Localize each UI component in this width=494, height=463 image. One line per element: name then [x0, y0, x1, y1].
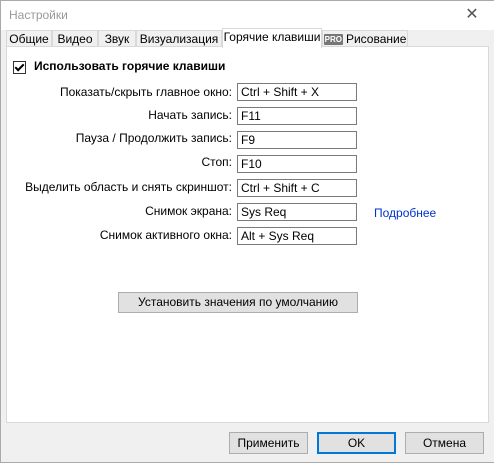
- hotkey-label-area-screenshot: Выделить область и снять скриншот:: [25, 180, 232, 194]
- hotkey-label-stop: Стоп:: [201, 155, 232, 169]
- pro-badge: PRO: [323, 34, 343, 45]
- apply-button[interactable]: Применить: [229, 432, 308, 454]
- reset-defaults-button[interactable]: Установить значения по умолчанию: [118, 292, 358, 313]
- hotkey-label-window-snapshot: Снимок активного окна:: [99, 228, 232, 242]
- cancel-button[interactable]: Отмена: [405, 432, 484, 454]
- hotkey-field-pause[interactable]: F9: [237, 131, 357, 149]
- tab-visualization[interactable]: Визуализация: [136, 30, 222, 46]
- tab-sound[interactable]: Звук: [98, 30, 136, 46]
- hotkey-field-area-screenshot[interactable]: Ctrl + Shift + C: [237, 179, 357, 197]
- hotkey-field-start-record[interactable]: F11: [237, 107, 357, 125]
- hotkey-label-toggle-window: Показать/скрыть главное окно:: [59, 85, 232, 99]
- ok-button[interactable]: OK: [317, 432, 396, 454]
- close-icon[interactable]: ✕: [460, 5, 484, 25]
- more-info-link[interactable]: Подробнее: [374, 206, 436, 220]
- hotkey-field-screen-snapshot[interactable]: Sys Req: [237, 203, 357, 221]
- settings-dialog: Настройки ✕ Общие Видео Звук Визуализаци…: [0, 0, 494, 463]
- enable-hotkeys-label[interactable]: Использовать горячие клавиши: [34, 59, 225, 73]
- hotkey-label-pause: Пауза / Продолжить запись:: [75, 131, 232, 145]
- hotkey-field-toggle-window[interactable]: Ctrl + Shift + X: [237, 83, 357, 101]
- tab-video[interactable]: Видео: [52, 30, 98, 46]
- hotkey-field-window-snapshot[interactable]: Alt + Sys Req: [237, 227, 357, 245]
- tab-drawing[interactable]: PRO Рисование: [322, 30, 408, 46]
- hotkey-field-stop[interactable]: F10: [237, 155, 357, 173]
- tab-general[interactable]: Общие: [6, 30, 52, 46]
- tab-hotkeys[interactable]: Горячие клавиши: [222, 28, 322, 48]
- window-title: Настройки: [9, 8, 68, 22]
- hotkey-label-screen-snapshot: Снимок экрана:: [145, 204, 232, 218]
- enable-hotkeys-checkbox[interactable]: [13, 61, 26, 74]
- hotkey-label-start-record: Начать запись:: [148, 108, 232, 122]
- title-bar: Настройки ✕: [1, 1, 494, 30]
